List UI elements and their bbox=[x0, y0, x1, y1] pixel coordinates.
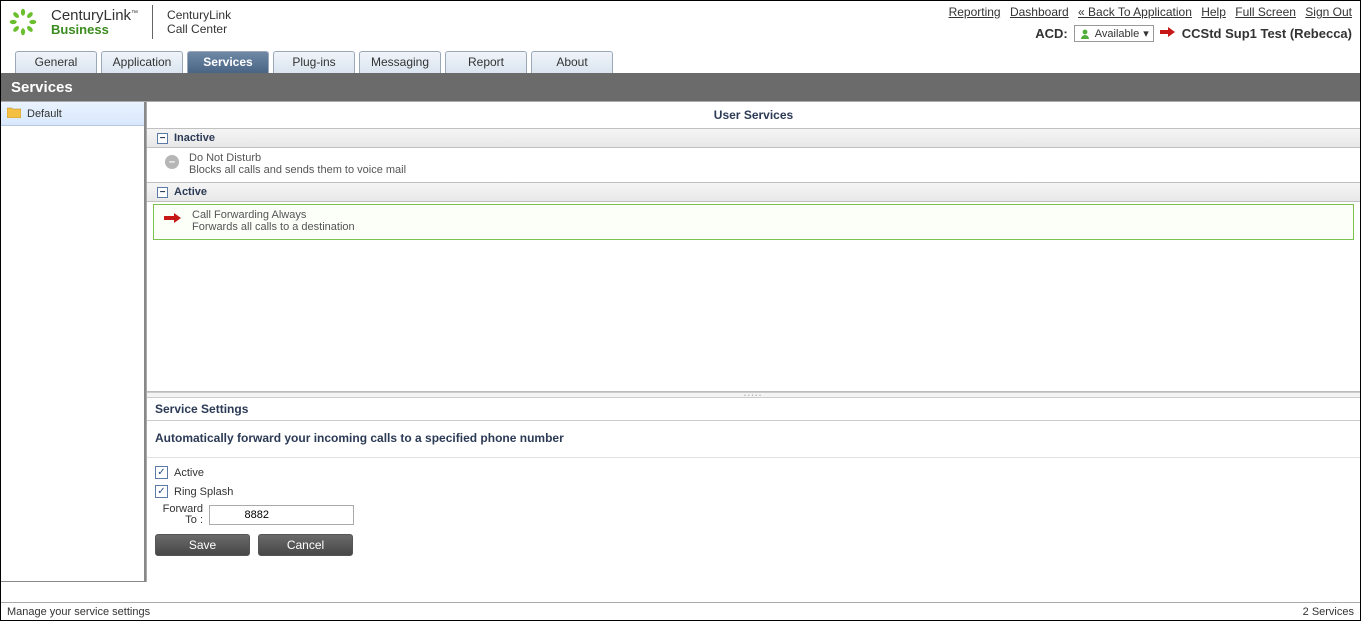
forward-to-input[interactable] bbox=[209, 505, 354, 525]
disabled-icon: – bbox=[165, 155, 179, 169]
section-active-label: Active bbox=[174, 186, 207, 198]
tabs: General Application Services Plug-ins Me… bbox=[1, 51, 1360, 73]
brand: CenturyLink™ Business CenturyLink Call C… bbox=[9, 5, 231, 39]
checkbox-ringsplash[interactable]: ✓ bbox=[155, 485, 168, 498]
brand-text: CenturyLink™ Business bbox=[51, 7, 138, 37]
acd-row: ACD: Available ▾ CCStd Sup1 Test (Rebecc… bbox=[943, 25, 1352, 42]
sidebar-item-label: Default bbox=[27, 108, 62, 120]
sidebar: Default bbox=[1, 102, 146, 582]
service-row-cfa[interactable]: Call Forwarding Always Forwards all call… bbox=[153, 204, 1354, 240]
brand-divider bbox=[152, 5, 153, 39]
forward-arrow-icon bbox=[164, 211, 182, 227]
brand-sub: Business bbox=[51, 23, 138, 37]
forward-to-row: Forward To : bbox=[155, 504, 1352, 526]
page-title: Services bbox=[1, 73, 1360, 101]
checkbox-active-label: Active bbox=[174, 467, 204, 479]
brand-app: CenturyLink Call Center bbox=[167, 8, 231, 36]
tab-about[interactable]: About bbox=[531, 51, 613, 73]
service-settings: Service Settings Automatically forward y… bbox=[147, 398, 1360, 582]
user-services-title: User Services bbox=[147, 102, 1360, 128]
statusbar-right: 2 Services bbox=[1303, 606, 1354, 618]
tab-report[interactable]: Report bbox=[445, 51, 527, 73]
collapse-icon[interactable]: − bbox=[157, 187, 168, 198]
button-row: Save Cancel bbox=[155, 534, 1352, 556]
link-full-screen[interactable]: Full Screen bbox=[1235, 5, 1296, 19]
settings-desc: Automatically forward your incoming call… bbox=[147, 421, 1360, 458]
service-cfa-title: Call Forwarding Always bbox=[192, 209, 355, 221]
logo-block: CenturyLink™ Business CenturyLink Call C… bbox=[9, 5, 231, 39]
services-list: User Services − Inactive – Do Not Distur… bbox=[147, 102, 1360, 392]
service-cfa-desc: Forwards all calls to a destination bbox=[192, 221, 355, 233]
user-available-icon bbox=[1079, 28, 1091, 40]
top-links: Reporting Dashboard « Back To Applicatio… bbox=[943, 5, 1352, 19]
settings-title: Service Settings bbox=[147, 398, 1360, 421]
sidebar-item-default[interactable]: Default bbox=[1, 102, 144, 126]
header: CenturyLink™ Business CenturyLink Call C… bbox=[1, 1, 1360, 51]
link-dashboard[interactable]: Dashboard bbox=[1010, 5, 1069, 19]
statusbar-left: Manage your service settings bbox=[7, 606, 150, 618]
trademark: ™ bbox=[131, 10, 138, 17]
current-user-name: CCStd Sup1 Test (Rebecca) bbox=[1182, 26, 1352, 41]
tab-plugins[interactable]: Plug-ins bbox=[273, 51, 355, 73]
service-dnd-desc: Blocks all calls and sends them to voice… bbox=[189, 164, 406, 176]
centurylink-logo-icon bbox=[9, 8, 37, 36]
link-help[interactable]: Help bbox=[1201, 5, 1226, 19]
red-arrow-icon bbox=[1160, 26, 1176, 41]
checkbox-ringsplash-label: Ring Splash bbox=[174, 486, 233, 498]
link-reporting[interactable]: Reporting bbox=[949, 5, 1001, 19]
section-inactive-label: Inactive bbox=[174, 132, 215, 144]
main: Default User Services − Inactive – Do No… bbox=[1, 101, 1360, 582]
header-right: Reporting Dashboard « Back To Applicatio… bbox=[943, 5, 1352, 42]
settings-form: ✓ Active ✓ Ring Splash Forward To : Save… bbox=[147, 458, 1360, 564]
service-row-dnd[interactable]: – Do Not Disturb Blocks all calls and se… bbox=[147, 148, 1360, 182]
tab-services[interactable]: Services bbox=[187, 51, 269, 73]
save-button[interactable]: Save bbox=[155, 534, 250, 556]
link-sign-out[interactable]: Sign Out bbox=[1305, 5, 1352, 19]
forward-to-label: Forward To : bbox=[155, 504, 203, 526]
acd-label: ACD: bbox=[1035, 26, 1068, 41]
cancel-button[interactable]: Cancel bbox=[258, 534, 353, 556]
statusbar: Manage your service settings 2 Services bbox=[1, 602, 1360, 620]
section-inactive-header[interactable]: − Inactive bbox=[147, 128, 1360, 148]
checkbox-active[interactable]: ✓ bbox=[155, 466, 168, 479]
checkbox-active-row: ✓ Active bbox=[155, 466, 1352, 479]
link-back-to-application[interactable]: « Back To Application bbox=[1078, 5, 1192, 19]
tab-general[interactable]: General bbox=[15, 51, 97, 73]
section-active-header[interactable]: − Active bbox=[147, 182, 1360, 202]
collapse-icon[interactable]: − bbox=[157, 133, 168, 144]
checkbox-ringsplash-row: ✓ Ring Splash bbox=[155, 485, 1352, 498]
brand-app-line2: Call Center bbox=[167, 22, 231, 36]
acd-availability-dropdown[interactable]: Available ▾ bbox=[1074, 25, 1154, 42]
service-dnd-title: Do Not Disturb bbox=[189, 152, 406, 164]
content: User Services − Inactive – Do Not Distur… bbox=[146, 102, 1360, 582]
tab-messaging[interactable]: Messaging bbox=[359, 51, 441, 73]
folder-icon bbox=[7, 106, 21, 121]
tab-application[interactable]: Application bbox=[101, 51, 183, 73]
acd-status: Available bbox=[1095, 28, 1139, 40]
chevron-down-icon: ▾ bbox=[1143, 27, 1149, 40]
brand-app-line1: CenturyLink bbox=[167, 8, 231, 22]
